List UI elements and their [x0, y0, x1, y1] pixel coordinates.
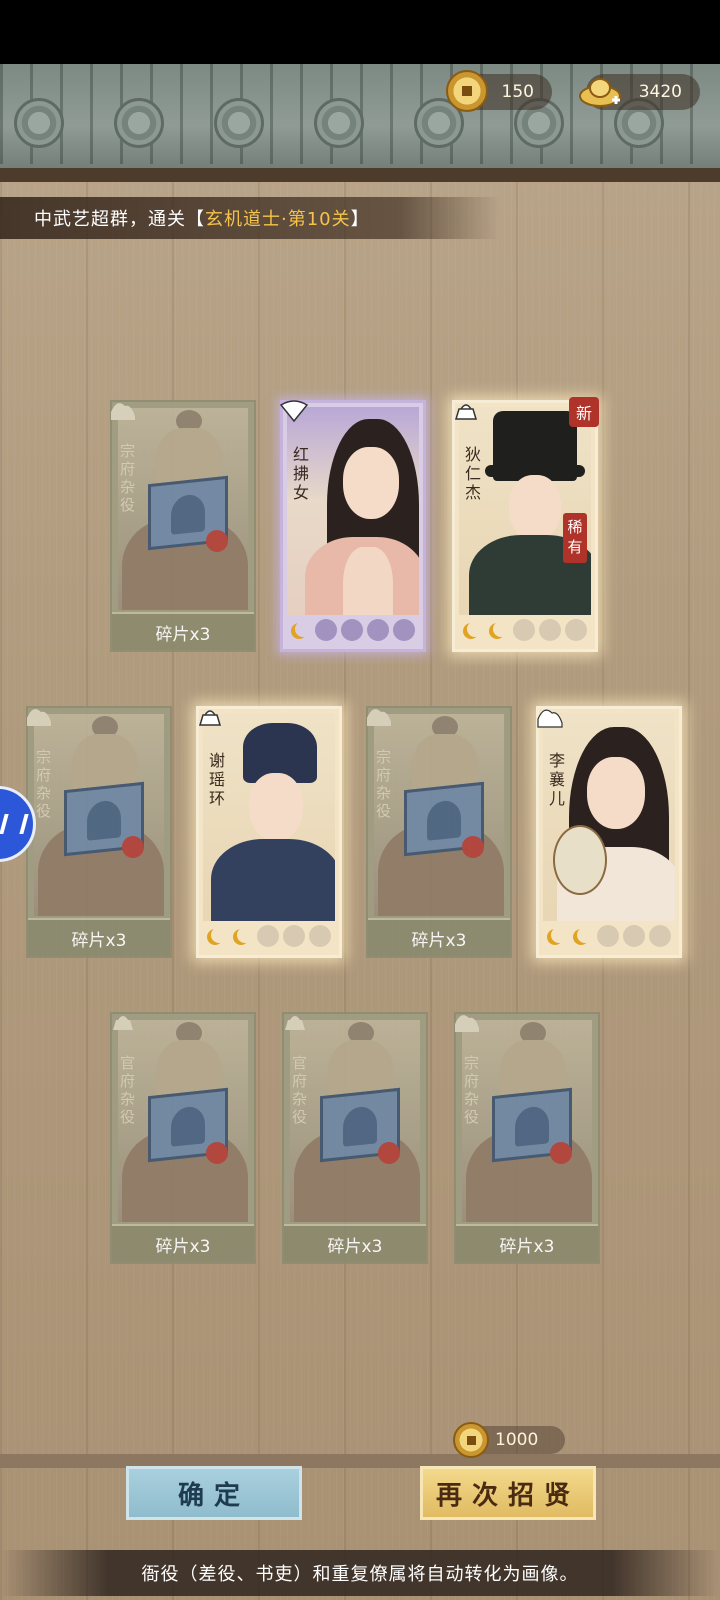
moon-star-icon: [545, 925, 567, 947]
star-rating: [545, 925, 673, 949]
card-name: 宗府杂役: [464, 1054, 480, 1126]
card-hero[interactable]: 李襄儿: [536, 706, 682, 958]
recruit-again-button[interactable]: 再次招贤: [420, 1466, 596, 1520]
recruit-cost-amount: 1000: [495, 1430, 539, 1450]
card-hero[interactable]: 红拂女: [279, 400, 426, 652]
empty-star-icon: [309, 925, 331, 947]
fragment-count: 碎片x3: [284, 1224, 426, 1262]
moon-star-icon: [289, 619, 311, 641]
banner-prefix: 中武艺超群，通关: [34, 209, 186, 230]
fragment-count: 碎片x3: [28, 918, 170, 956]
moon-star-icon: [205, 925, 227, 947]
empty-star-icon: [623, 925, 645, 947]
copper-coin-icon: [453, 1422, 489, 1458]
card-hero[interactable]: 狄仁杰 新 稀有: [452, 397, 599, 652]
roof-eave: [0, 168, 720, 182]
faction-badge-icon: [455, 1015, 479, 1032]
card-fragment[interactable]: 官府杂役 碎片x3: [110, 1012, 256, 1264]
card-art: [543, 713, 675, 921]
empty-star-icon: [283, 925, 305, 947]
card-name: 官府杂役: [120, 1054, 136, 1126]
fragment-count: 碎片x3: [112, 612, 254, 650]
fragment-count: 碎片x3: [456, 1224, 598, 1262]
floor-beam: [0, 1454, 720, 1468]
card-name: 谢瑶环: [209, 751, 226, 808]
empty-star-icon: [367, 619, 389, 641]
moon-star-icon: [487, 619, 509, 641]
faction-badge-icon: [111, 403, 135, 420]
star-rating: [461, 619, 589, 643]
auto-convert-notice: 衙役（差役、书吏）和重复僚属将自动转化为画像。: [0, 1550, 720, 1596]
gold-ingot-icon: [579, 78, 621, 107]
fragment-count: 碎片x3: [112, 1224, 254, 1262]
official-hat-badge-icon: [285, 1016, 305, 1030]
clear-message-banner: 中武艺超群，通关 【 玄机道士·第10关 】: [0, 197, 500, 239]
banner-bracket-open: 【: [186, 209, 205, 230]
faction-badge-icon: [27, 709, 51, 726]
roof-tile-end-icon: [14, 98, 64, 148]
card-name: 宗府杂役: [36, 748, 52, 820]
banner-stage-name: 玄机道士·第10关: [205, 209, 351, 230]
rarity-tag: 稀有: [563, 513, 587, 563]
empty-star-icon: [565, 619, 587, 641]
card-name: 宗府杂役: [376, 748, 392, 820]
ingot-counter[interactable]: 3420: [579, 74, 700, 110]
copper-coin-icon: [446, 70, 488, 112]
card-fragment[interactable]: 宗府杂役 碎片x3: [26, 706, 172, 958]
new-tag: 新: [569, 397, 599, 427]
roof-tile-end-icon: [214, 98, 264, 148]
roof-tile-end-icon: [114, 98, 164, 148]
moon-star-icon: [571, 925, 593, 947]
card-name: 狄仁杰: [465, 445, 482, 502]
coin-counter[interactable]: 150: [446, 70, 552, 112]
empty-star-icon: [315, 619, 337, 641]
card-fragment[interactable]: 官府杂役 碎片x3: [282, 1012, 428, 1264]
empty-star-icon: [393, 619, 415, 641]
fan-badge-icon: [279, 400, 309, 423]
official-hat-badge-icon: [454, 404, 478, 420]
assistant-icon: [0, 814, 29, 834]
card-art: [459, 407, 591, 615]
official-hat-badge-icon: [113, 1016, 133, 1030]
recruit-cost: 1000: [453, 1422, 565, 1458]
banner-bracket-close: 】: [350, 209, 370, 230]
faction-badge-icon: [367, 709, 391, 726]
empty-star-icon: [341, 619, 363, 641]
card-fragment[interactable]: 宗府杂役 碎片x3: [366, 706, 512, 958]
official-hat-badge-icon: [198, 710, 222, 726]
empty-star-icon: [539, 619, 561, 641]
empty-star-icon: [649, 925, 671, 947]
empty-star-icon: [257, 925, 279, 947]
card-name: 宗府杂役: [120, 442, 136, 514]
moon-star-icon: [231, 925, 253, 947]
confirm-button[interactable]: 确定: [126, 1466, 302, 1520]
card-art: [203, 713, 335, 921]
card-name: 李襄儿: [549, 751, 566, 808]
empty-star-icon: [597, 925, 619, 947]
card-name: 官府杂役: [292, 1054, 308, 1126]
moon-star-icon: [461, 619, 483, 641]
card-hero[interactable]: 谢瑶环: [196, 706, 342, 958]
card-name: 红拂女: [293, 445, 310, 502]
card-fragment[interactable]: 宗府杂役 碎片x3: [110, 400, 256, 652]
faction-badge-icon: [537, 709, 563, 728]
star-rating: [289, 619, 417, 643]
roof-tile-end-icon: [314, 98, 364, 148]
star-rating: [205, 925, 333, 949]
card-fragment[interactable]: 宗府杂役 碎片x3: [454, 1012, 600, 1264]
empty-star-icon: [513, 619, 535, 641]
fragment-count: 碎片x3: [368, 918, 510, 956]
card-art: [287, 407, 419, 615]
